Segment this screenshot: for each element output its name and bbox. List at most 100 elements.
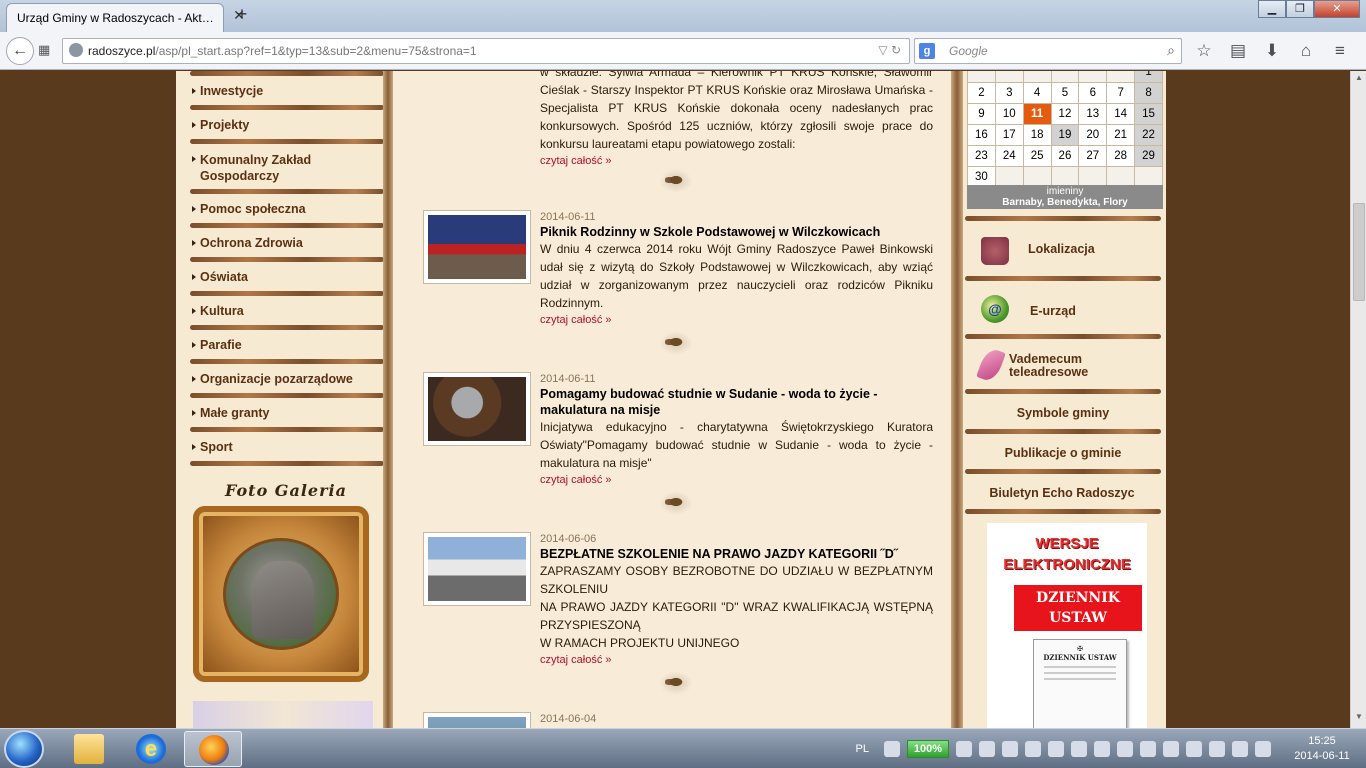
keyboard-icon[interactable]: [884, 741, 900, 757]
menu-item-pomoc-spoleczna[interactable]: Pomoc społeczna: [192, 202, 382, 216]
calendar-day[interactable]: 7: [1106, 82, 1136, 104]
action-center-flag-icon[interactable]: [979, 741, 995, 757]
calendar-day[interactable]: 4: [1022, 82, 1052, 104]
read-more-link[interactable]: czytaj całość »: [540, 312, 933, 328]
link-symbole-gminy[interactable]: Symbole gminy: [973, 406, 1153, 420]
device-icon[interactable]: [1071, 741, 1087, 757]
menu-icon[interactable]: ≡: [1328, 40, 1352, 62]
calendar-day[interactable]: 27: [1078, 145, 1108, 167]
scrollbar-thumb[interactable]: [1353, 203, 1365, 301]
system-clock[interactable]: 15:25 2014-06-11: [1286, 734, 1358, 764]
calendar-day[interactable]: 18: [1022, 124, 1052, 146]
address-bar[interactable]: radoszyce.pl/asp/pl_start.asp?ref=1&typ=…: [62, 38, 910, 64]
house-icon[interactable]: [981, 237, 1009, 265]
calendar-day[interactable]: 17: [994, 124, 1024, 146]
calendar-day[interactable]: 9: [967, 103, 996, 125]
monitor-icon[interactable]: [1117, 741, 1133, 757]
calendar-day[interactable]: 11: [1022, 103, 1052, 125]
battery-indicator[interactable]: 100%: [907, 740, 949, 758]
calendar-day[interactable]: 29: [1134, 145, 1163, 167]
search-bar[interactable]: g Google ⌕: [914, 38, 1182, 64]
news-thumbnail[interactable]: [423, 372, 531, 446]
calendar-day[interactable]: 2: [967, 82, 996, 104]
search-icon[interactable]: ⌕: [1167, 42, 1175, 59]
menu-item-projekty[interactable]: Projekty: [192, 118, 382, 132]
bookmarks-list-icon[interactable]: ▤: [1226, 40, 1250, 62]
history-list-icon[interactable]: ▦: [38, 42, 50, 58]
calendar-day[interactable]: 12: [1050, 103, 1080, 125]
vertical-scrollbar[interactable]: ▲ ▼: [1350, 71, 1366, 728]
calendar-day[interactable]: 16: [967, 124, 996, 146]
at-sign-icon[interactable]: @: [981, 295, 1009, 323]
calendar-day[interactable]: 24: [994, 145, 1024, 167]
volume-icon[interactable]: [1232, 741, 1248, 757]
menu-item-parafie[interactable]: Parafie: [192, 338, 382, 352]
calendar-day[interactable]: 26: [1050, 145, 1080, 167]
calendar-day[interactable]: 21: [1106, 124, 1136, 146]
close-window-button[interactable]: ✕: [1314, 0, 1360, 18]
calendar-day[interactable]: 3: [994, 82, 1024, 104]
feather-icon[interactable]: [976, 346, 1006, 384]
read-more-link[interactable]: czytaj całość »: [540, 652, 933, 668]
foto-galeria-image[interactable]: [193, 506, 369, 682]
menu-item-ochrona-zdrowia[interactable]: Ochrona Zdrowia: [192, 236, 382, 250]
bluetooth-icon[interactable]: [1209, 741, 1225, 757]
menu-item-inwestycje[interactable]: Inwestycje: [192, 84, 382, 98]
calendar-day[interactable]: 15: [1134, 103, 1163, 125]
menu-item-oswiata[interactable]: Oświata: [192, 270, 382, 284]
news-thumbnail[interactable]: [423, 712, 531, 728]
search-input[interactable]: Google: [949, 44, 988, 58]
taskbar-firefox[interactable]: [184, 731, 242, 767]
minimize-button[interactable]: ▁: [1258, 0, 1286, 18]
reload-icon[interactable]: ▽ ↻: [878, 43, 901, 57]
menu-item-male-granty[interactable]: Małe granty: [192, 406, 382, 420]
foto-galeria-title[interactable]: Foto Galeria: [206, 481, 366, 500]
link-vademecum[interactable]: Vademecum teleadresowe: [1009, 353, 1129, 379]
taskbar-ie[interactable]: e: [122, 731, 180, 767]
link-e-urzad[interactable]: E-urząd: [1030, 304, 1210, 318]
update-icon[interactable]: [1163, 741, 1179, 757]
menu-item-kultura[interactable]: Kultura: [192, 304, 382, 318]
news-thumbnail[interactable]: [423, 532, 531, 606]
taskbar-explorer[interactable]: [60, 731, 118, 767]
link-lokalizacja[interactable]: Lokalizacja: [1028, 242, 1208, 256]
link-biuletyn[interactable]: Biuletyn Echo Radoszyc: [967, 486, 1157, 500]
link-publikacje[interactable]: Publikacje o gminie: [973, 446, 1153, 460]
calendar-day[interactable]: 28: [1106, 145, 1136, 167]
news-title[interactable]: BEZPŁATNE SZKOLENIE NA PRAWO JAZDY KATEG…: [540, 546, 933, 562]
info-icon[interactable]: [1255, 741, 1271, 757]
menu-item-organizacje[interactable]: Organizacje pozarządowe: [192, 372, 382, 386]
menu-item-komunalny[interactable]: Komunalny Zakład Gospodarczy: [192, 152, 382, 184]
calendar-day[interactable]: 23: [967, 145, 996, 167]
downloads-icon[interactable]: ⬇: [1260, 40, 1284, 62]
power-plug-icon[interactable]: [956, 741, 972, 757]
next-banner-image[interactable]: [193, 701, 373, 728]
maximize-button[interactable]: ❐: [1286, 0, 1314, 18]
calendar-day[interactable]: 25: [1022, 145, 1052, 167]
new-tab-button[interactable]: +: [232, 4, 252, 25]
calendar-day[interactable]: 8: [1134, 82, 1163, 104]
pdf-icon[interactable]: [1025, 741, 1041, 757]
security-shield-icon[interactable]: [1048, 741, 1064, 757]
news-title[interactable]: Pomagamy budować studnie w Sudanie - wod…: [540, 386, 933, 418]
calendar-day[interactable]: 6: [1078, 82, 1108, 104]
back-button[interactable]: ←: [6, 37, 34, 65]
news-title[interactable]: Piknik Rodzinny w Szkole Podstawowej w W…: [540, 224, 933, 240]
site-identity-icon[interactable]: [69, 43, 83, 57]
signal-strength-icon[interactable]: [1186, 741, 1202, 757]
read-more-link[interactable]: czytaj całość »: [540, 472, 933, 488]
scroll-down-icon[interactable]: ▼: [1353, 712, 1365, 726]
browser-tab[interactable]: Urząd Gminy w Radoszycach - Akt…: [6, 3, 224, 32]
calendar-day[interactable]: 13: [1078, 103, 1108, 125]
display-icon[interactable]: [1140, 741, 1156, 757]
calendar-day[interactable]: 20: [1078, 124, 1108, 146]
calendar-day[interactable]: 22: [1134, 124, 1163, 146]
language-indicator[interactable]: PL: [856, 743, 869, 755]
bookmark-star-icon[interactable]: ☆: [1192, 40, 1216, 62]
read-more-link[interactable]: czytaj całość »: [540, 153, 933, 169]
url-text[interactable]: radoszyce.pl/asp/pl_start.asp?ref=1&typ=…: [88, 44, 477, 58]
start-button[interactable]: [4, 730, 44, 768]
tool-icon[interactable]: [1094, 741, 1110, 757]
calendar-day[interactable]: 14: [1106, 103, 1136, 125]
wersje-elektroniczne-banner[interactable]: WERSJE ELEKTRONICZNE DZIENNIK USTAW ✠ DZ…: [987, 523, 1147, 728]
